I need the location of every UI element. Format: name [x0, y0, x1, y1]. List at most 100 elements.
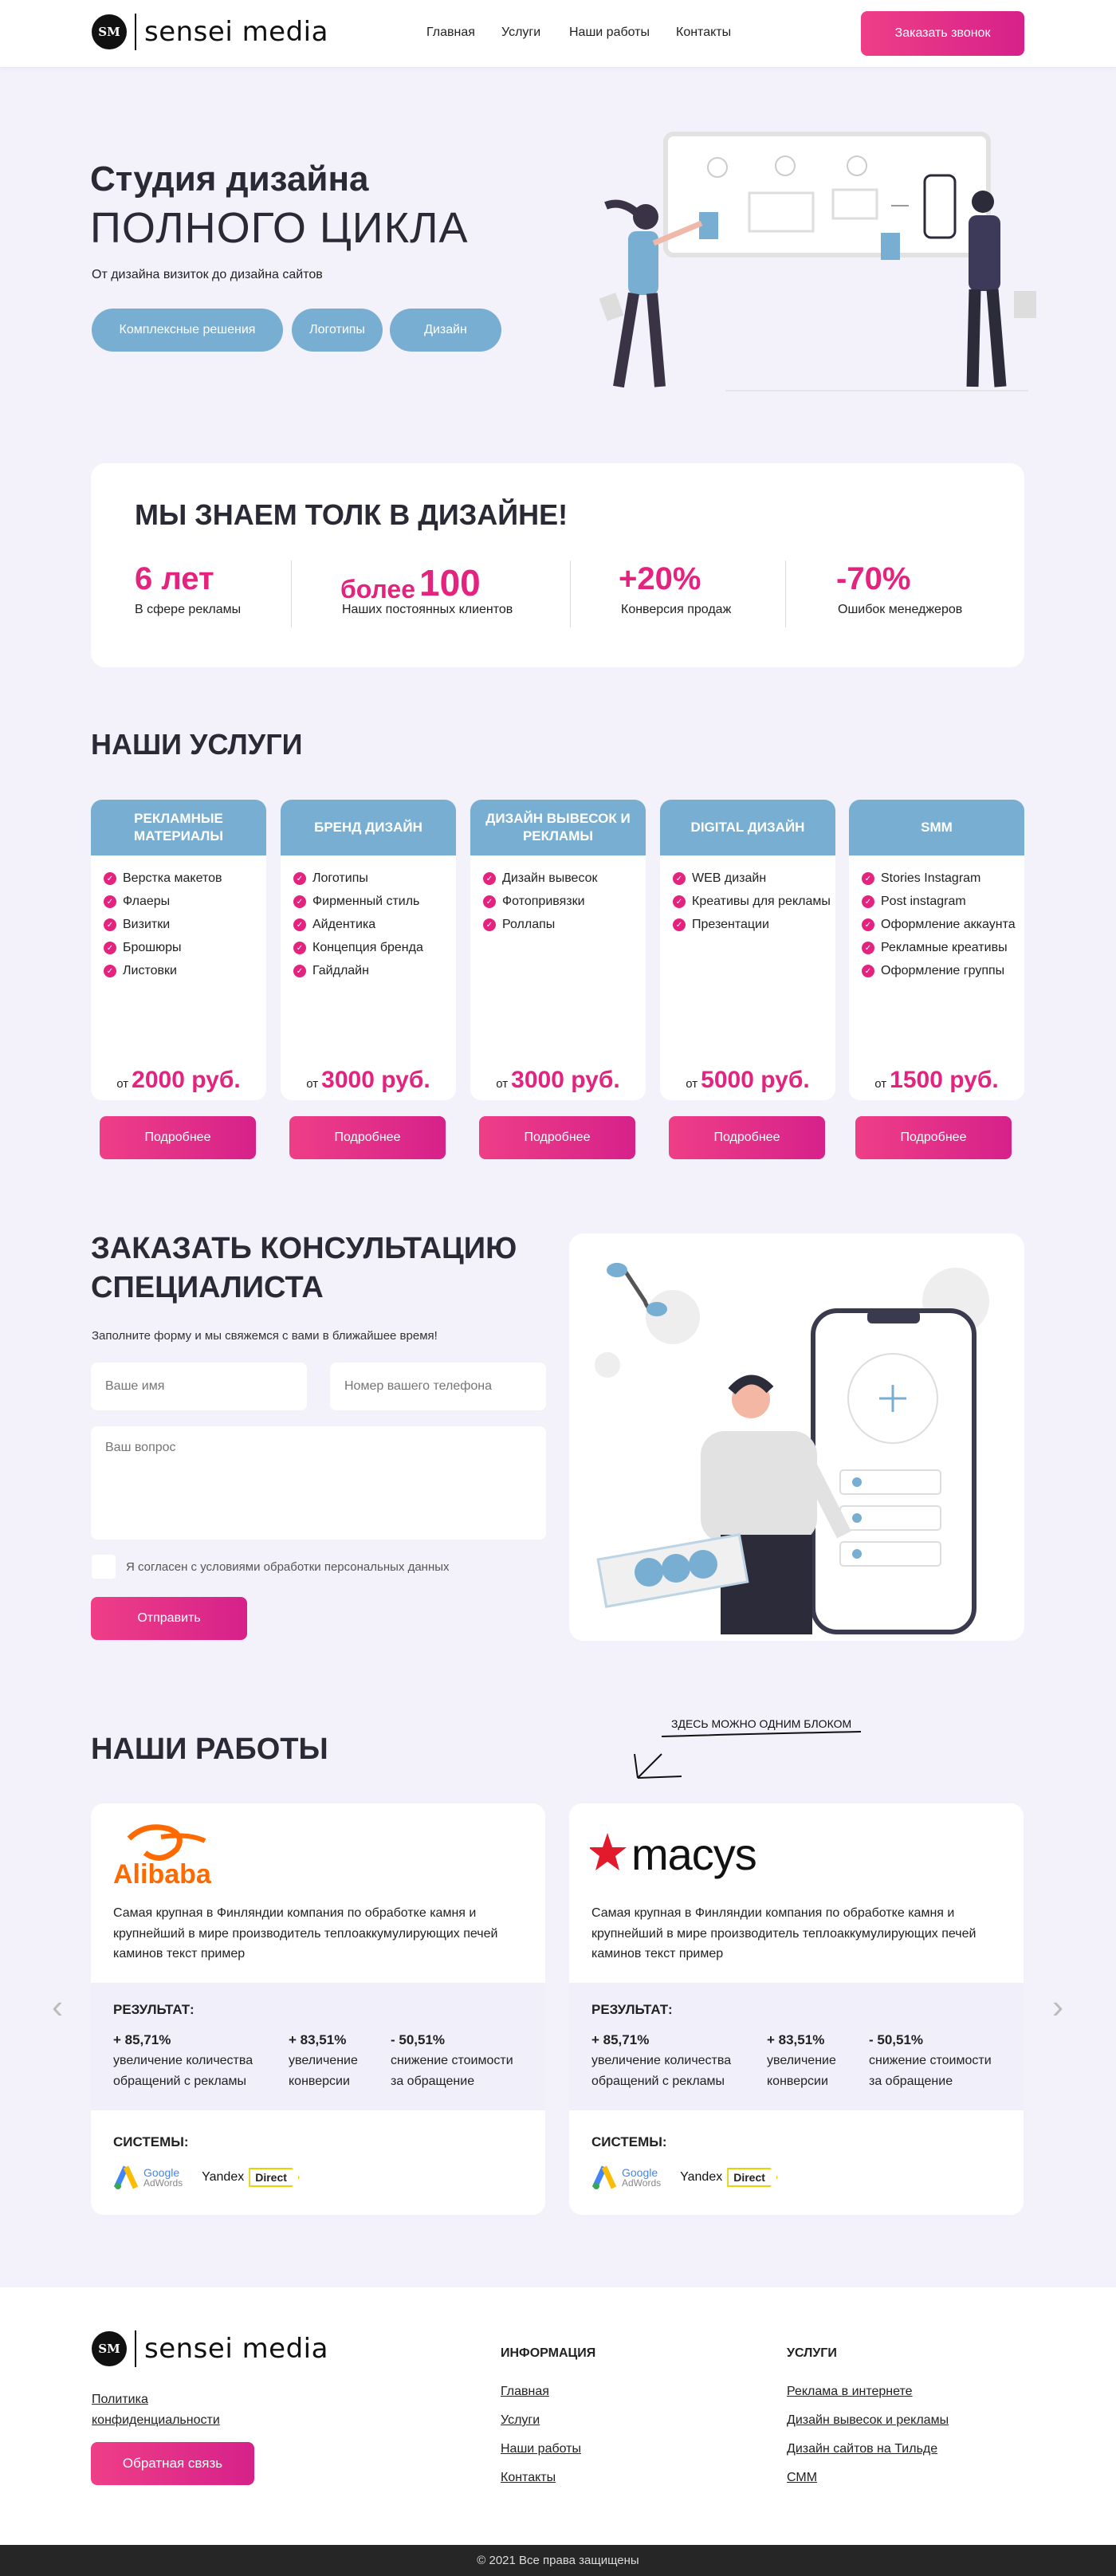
check-icon: ✓ — [673, 918, 686, 931]
result-item: + 85,71% увеличение количества обращений … — [591, 2032, 732, 2088]
logo-divider — [135, 2330, 136, 2367]
list-item: ✓ Флаеры — [104, 895, 266, 909]
stats-card: МЫ ЗНАЕМ ТОЛК В ДИЗАЙНЕ! 6 лет В сфере р… — [91, 463, 1024, 667]
footer-link-smm[interactable]: СММ — [787, 2471, 817, 2485]
star-icon — [590, 1833, 627, 1870]
list-item: ✓ Логотипы — [293, 871, 456, 886]
footer-link-contacts[interactable]: Контакты — [501, 2471, 556, 2485]
service-card-title: ДИЗАЙН ВЫВЕСОК И РЕКЛАМЫ — [470, 800, 646, 855]
stat-years: 6 лет — [135, 561, 214, 596]
site-footer: SM sensei media Политика конфиденциально… — [0, 2287, 1116, 2545]
stat-years-label: В сфере рекламы — [135, 603, 242, 616]
check-icon: ✓ — [862, 895, 874, 908]
service-card-smm: SMM ✓ Stories Instagram ✓ Post instagram ✓… — [849, 800, 1024, 1100]
check-icon: ✓ — [104, 965, 116, 977]
footer-link-tilda[interactable]: Дизайн сайтов на Тильде — [787, 2442, 937, 2456]
yandex-direct-logo: Yandex Direct — [202, 2168, 300, 2187]
hero-illustration — [599, 132, 1036, 391]
footer-info-title: ИНФОРМАЦИЯ — [501, 2346, 596, 2360]
stat-conversion: +20% — [619, 561, 701, 596]
agree-checkbox[interactable] — [92, 1555, 116, 1579]
submit-button[interactable]: Отправить — [91, 1597, 247, 1640]
result-item: - 50,51% снижение стоимости за обращение — [391, 2032, 513, 2088]
stat-divider — [291, 560, 292, 627]
more-button-brand[interactable]: Подробнее — [289, 1116, 446, 1159]
call-request-button[interactable]: Заказать звонок — [861, 11, 1024, 56]
prev-arrow-icon[interactable]: ‹ — [46, 1988, 69, 2025]
service-list: ✓ Логотипы ✓ Фирменный стиль ✓ Айдентика ✓ К… — [281, 855, 456, 978]
check-icon: ✓ — [862, 942, 874, 954]
more-button-digital[interactable]: Подробнее — [669, 1116, 825, 1159]
footer-link-works[interactable]: Наши работы — [501, 2442, 581, 2456]
phone-input[interactable] — [330, 1363, 546, 1410]
footer-link-internet-ads[interactable]: Реклама в интернете — [787, 2385, 913, 2399]
pill-complex[interactable]: Комплексные решения — [92, 309, 283, 352]
stat-divider — [785, 560, 786, 627]
result-item: + 83,51% увеличение конверсии — [767, 2032, 836, 2088]
check-icon: ✓ — [293, 895, 306, 908]
stat-clients: 100 — [419, 562, 481, 604]
service-card-digital: DIGITAL ДИЗАЙН ✓ WEB дизайн ✓ Креативы для… — [660, 800, 835, 1100]
list-item: ✓ Айдентика — [293, 918, 456, 932]
google-adwords-logo: Google AdWords — [591, 2164, 661, 2191]
results-title: РЕЗУЛЬТАТ: — [113, 2002, 195, 2017]
service-card-signage: ДИЗАЙН ВЫВЕСОК И РЕКЛАМЫ ✓ Дизайн вывесок… — [470, 800, 646, 1100]
list-item: ✓ Фирменный стиль — [293, 895, 456, 909]
work-description: Самая крупная в Финляндии компания по об… — [113, 1906, 498, 1961]
more-button-smm[interactable]: Подробнее — [855, 1116, 1012, 1159]
more-button-signage[interactable]: Подробнее — [479, 1116, 635, 1159]
note-underline-arrow — [634, 1731, 862, 1779]
stat-clients-prefix: более — [340, 575, 416, 604]
pill-design[interactable]: Дизайн — [390, 309, 501, 352]
list-item: ✓ Презентации — [673, 918, 835, 932]
check-icon: ✓ — [293, 918, 306, 931]
macys-logo: macys — [590, 1831, 757, 1879]
nav-contacts[interactable]: Контакты — [676, 26, 731, 40]
check-icon: ✓ — [862, 965, 874, 977]
footer-link-home[interactable]: Главная — [501, 2385, 549, 2399]
pill-logos[interactable]: Логотипы — [292, 309, 383, 352]
service-card-title: РЕКЛАМНЫЕ МАТЕРИАЛЫ — [91, 800, 266, 855]
adwords-icon — [591, 2165, 617, 2189]
alibaba-logo-text: Alibaba — [113, 1859, 212, 1889]
phone-handset-icon — [607, 1263, 667, 1316]
nav-services[interactable]: Услуги — [501, 26, 540, 40]
feedback-button[interactable]: Обратная связь — [91, 2442, 254, 2485]
copyright-text: © 2021 Все права защищены — [477, 2554, 639, 2567]
list-item: ✓ Фотопривязки — [483, 895, 646, 909]
more-button-ads[interactable]: Подробнее — [100, 1116, 256, 1159]
check-icon: ✓ — [862, 918, 874, 931]
check-icon: ✓ — [293, 872, 306, 885]
consult-subtitle: Заполните форму и мы свяжемся с вами в б… — [92, 1329, 438, 1343]
list-item: ✓ WEB дизайн — [673, 871, 835, 886]
check-icon: ✓ — [104, 872, 116, 885]
copyright-bar: © 2021 Все права защищены — [0, 2545, 1116, 2576]
list-item: ✓ Оформление аккаунта — [862, 918, 1024, 932]
stat-divider — [570, 560, 571, 627]
question-textarea[interactable] — [91, 1426, 546, 1540]
stat-errors-label: Ошибок менеджеров — [838, 603, 963, 616]
logo-badge: SM — [92, 2331, 127, 2366]
check-icon: ✓ — [483, 872, 496, 885]
footer-link-services[interactable]: Услуги — [501, 2413, 540, 2428]
list-item: ✓ Верстка макетов — [104, 871, 266, 886]
services-title: НАШИ УСЛУГИ — [91, 728, 303, 761]
check-icon: ✓ — [293, 942, 306, 954]
logo[interactable]: SM sensei media — [92, 14, 328, 50]
footer-link-signage[interactable]: Дизайн вывесок и рекламы — [787, 2413, 949, 2428]
next-arrow-icon[interactable]: › — [1047, 1988, 1069, 2025]
service-list: ✓ WEB дизайн ✓ Креативы для рекламы ✓ Презе… — [660, 855, 835, 932]
service-price: от 2000 руб. — [116, 1067, 241, 1093]
check-icon: ✓ — [483, 895, 496, 908]
hero-title-1: Студия дизайна — [90, 159, 369, 199]
name-input[interactable] — [91, 1363, 307, 1410]
privacy-link[interactable]: Политика конфиденциальности — [92, 2389, 251, 2430]
consult-title: ЗАКАЗАТЬ КОНСУЛЬТАЦИЮ СПЕЦИАЛИСТА — [91, 1229, 517, 1308]
footer-logo[interactable]: SM sensei media — [92, 2330, 328, 2367]
consult-illustration — [595, 1263, 989, 1634]
nav-works[interactable]: Наши работы — [569, 26, 650, 40]
check-icon: ✓ — [483, 918, 496, 931]
check-icon: ✓ — [673, 895, 686, 908]
site-header: SM sensei media Главная Услуги Наши рабо… — [0, 0, 1116, 67]
nav-home[interactable]: Главная — [426, 26, 475, 40]
